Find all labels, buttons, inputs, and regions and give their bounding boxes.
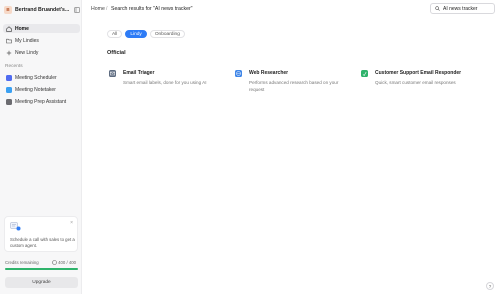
sidebar-item-home[interactable]: Home [3, 24, 80, 33]
credits-progress-fill [5, 268, 78, 270]
card-description: Quick, smart customer email responses [375, 80, 456, 85]
search-value: AI news tracker [443, 5, 478, 12]
reply-icon [361, 70, 368, 77]
template-card-email-triager[interactable]: Email Triager Smart email labels, done f… [109, 69, 229, 95]
sidebar-item-label: New Lindy [15, 49, 39, 56]
workspace-avatar: B [4, 5, 12, 14]
template-card-web-researcher[interactable]: Web Researcher Performs advanced researc… [235, 69, 355, 95]
assistant-icon [6, 98, 12, 105]
sales-promo-card[interactable]: × Schedule a call with sales to get a cu… [4, 216, 78, 252]
card-title: Web Researcher [249, 70, 289, 76]
sidebar-item-label: My Lindies [15, 37, 39, 44]
calendar-icon [6, 74, 12, 81]
plus-icon [6, 50, 12, 56]
search-input[interactable]: AI news tracker [430, 3, 495, 14]
close-icon[interactable]: × [70, 220, 73, 226]
filter-tab-lindy[interactable]: Lindy [125, 30, 147, 38]
recent-item-meeting-scheduler[interactable]: Meeting Scheduler [3, 73, 80, 82]
credits-value-group: 400 / 400 [51, 260, 76, 265]
breadcrumb-current: Search results for "AI news tracker" [111, 6, 193, 12]
credits-coin-icon [51, 260, 57, 265]
workspace-switcher[interactable]: B Bertrand Bruandet's... [4, 4, 80, 15]
sidebar: B Bertrand Bruandet's... Home My Lindies… [0, 0, 82, 294]
sidebar-collapse-icon[interactable] [73, 6, 80, 13]
agent-illustration-icon [10, 222, 21, 231]
home-icon [6, 25, 12, 32]
template-card-customer-support-email-responder[interactable]: Customer Support Email Responder Quick, … [361, 69, 481, 95]
workspace-name: Bertrand Bruandet's... [15, 6, 70, 13]
breadcrumb-separator: / [106, 6, 108, 12]
upgrade-button[interactable]: Upgrade [5, 277, 78, 288]
sidebar-item-label: Home [15, 25, 29, 32]
promo-text: Schedule a call with sales to get a cust… [10, 237, 75, 248]
folder-icon [6, 38, 12, 44]
breadcrumb-home[interactable]: Home [91, 6, 105, 12]
card-title: Customer Support Email Responder [375, 70, 462, 76]
filter-tab-onboarding[interactable]: Onboarding [149, 30, 185, 38]
notes-icon [6, 86, 12, 93]
sidebar-item-my-lindies[interactable]: My Lindies [3, 36, 80, 45]
section-title: Official [107, 50, 126, 56]
recent-item-label: Meeting Scheduler [15, 74, 57, 81]
card-description: Performs advanced research based on your… [249, 80, 339, 92]
recent-item-label: Meeting Notetaker [15, 86, 56, 93]
recent-item-meeting-prep-assistant[interactable]: Meeting Prep Assistant [3, 97, 80, 106]
filter-tab-all[interactable]: All [107, 30, 123, 38]
filter-tabs: All Lindy Onboarding [107, 30, 188, 38]
email-icon [109, 70, 116, 77]
search-icon [435, 6, 440, 11]
globe-icon [235, 70, 242, 77]
recent-item-meeting-notetaker[interactable]: Meeting Notetaker [3, 85, 80, 94]
credits-progress-bar [5, 268, 78, 270]
card-title: Email Triager [123, 70, 155, 76]
credits-value: 400 / 400 [58, 260, 76, 265]
top-bar: Home / Search results for "AI news track… [82, 0, 500, 18]
credits-label: Credits remaining [5, 260, 39, 265]
sidebar-item-new-lindy[interactable]: New Lindy [3, 48, 80, 57]
recent-item-label: Meeting Prep Assistant [15, 98, 67, 105]
help-button[interactable]: ? [486, 282, 494, 290]
card-description: Smart email labels, done for you using A… [123, 80, 207, 85]
recents-heading: Recents [5, 64, 23, 69]
